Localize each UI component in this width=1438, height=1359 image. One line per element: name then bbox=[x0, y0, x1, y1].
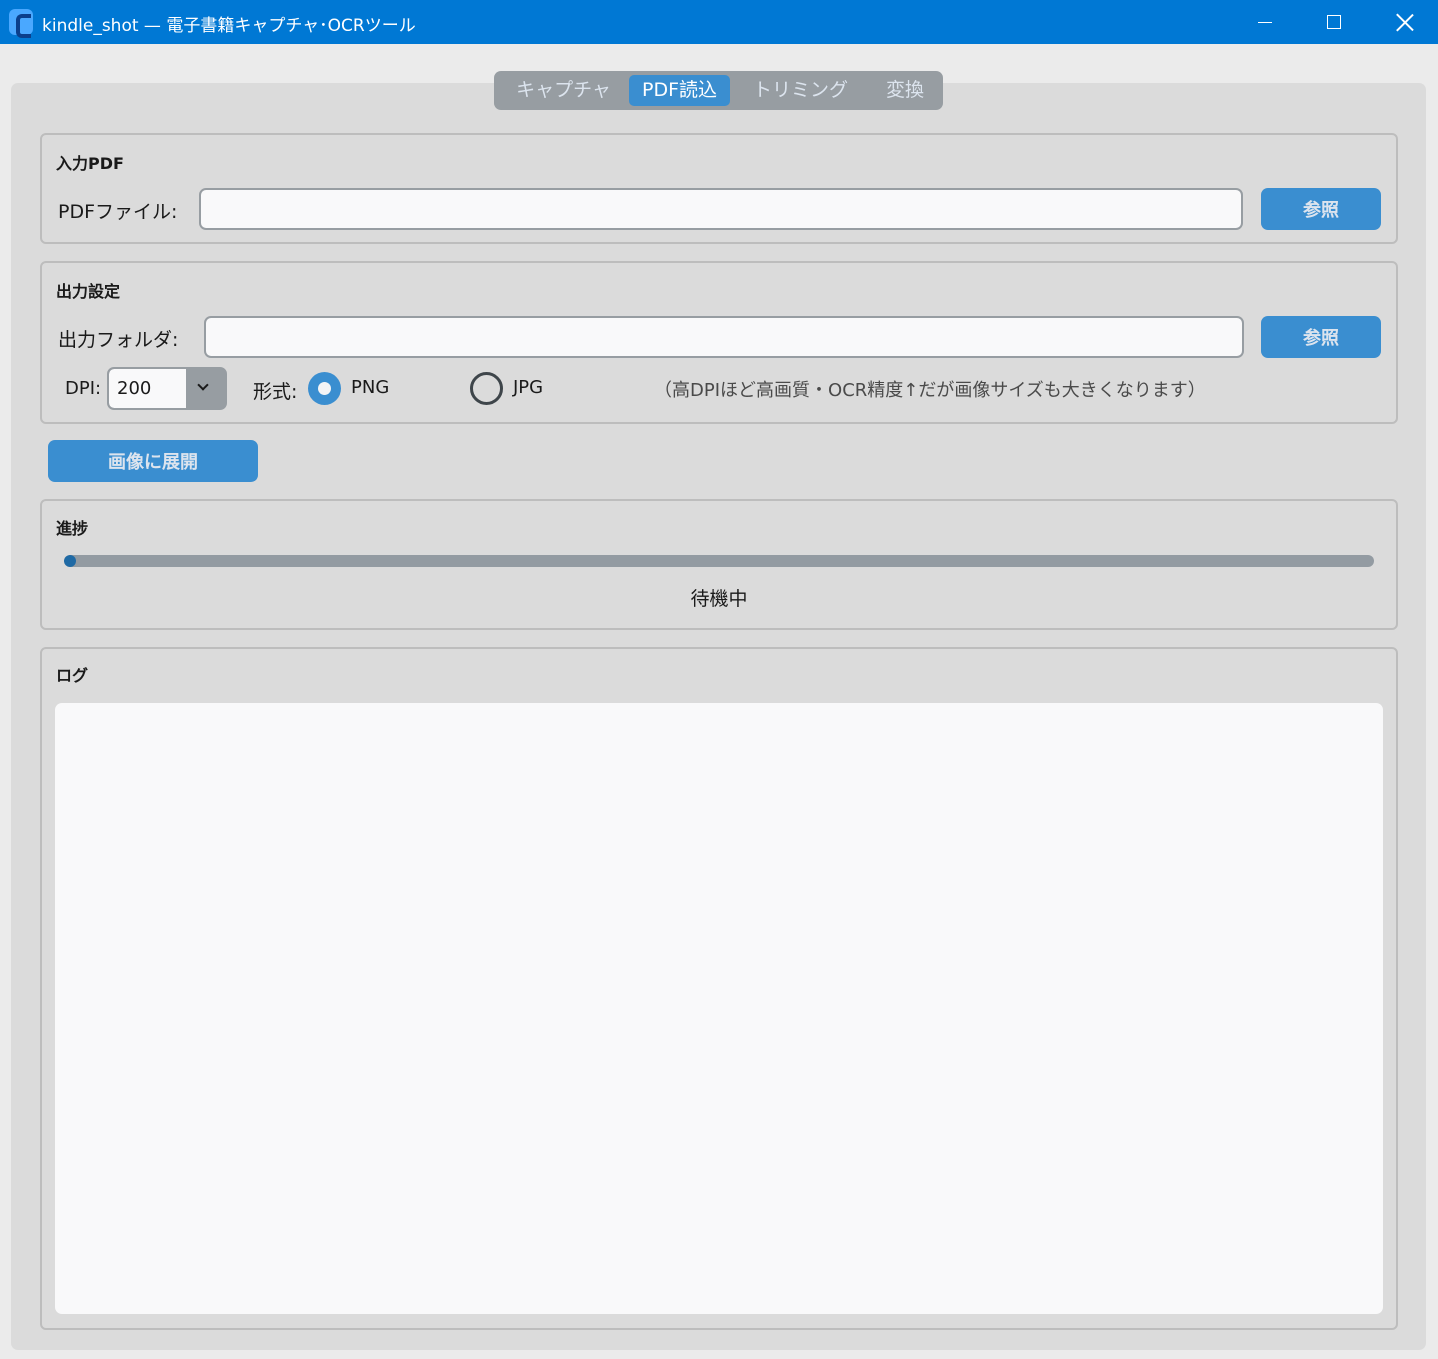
jpg-radio-label[interactable]: JPG bbox=[513, 377, 543, 398]
maximize-icon bbox=[1327, 15, 1341, 29]
tab-bar: キャプチャ PDF読込 トリミング 変換 bbox=[494, 71, 943, 110]
minimize-icon bbox=[1258, 21, 1272, 23]
tab-pdf-import[interactable]: PDF読込 bbox=[629, 75, 730, 106]
chevron-down-icon[interactable] bbox=[197, 379, 209, 391]
status-text: 待機中 bbox=[690, 588, 748, 610]
dpi-label: DPI: bbox=[65, 378, 102, 399]
minimize-button[interactable] bbox=[1230, 0, 1300, 44]
section-title: 出力設定 bbox=[56, 282, 121, 301]
png-radio[interactable] bbox=[308, 372, 341, 405]
close-button[interactable] bbox=[1369, 0, 1438, 44]
window-title: kindle_shot — 電子書籍キャプチャ･OCRツール bbox=[42, 16, 416, 36]
dpi-value[interactable]: 200 bbox=[109, 369, 186, 408]
tab-trimming[interactable]: トリミング bbox=[730, 75, 871, 106]
extract-images-button[interactable]: 画像に展開 bbox=[48, 440, 258, 482]
app-icon bbox=[9, 9, 33, 38]
log-textbox[interactable] bbox=[55, 703, 1383, 1314]
section-title: 進捗 bbox=[56, 519, 89, 538]
dpi-combobox[interactable]: 200 bbox=[107, 367, 227, 410]
output-folder-input[interactable] bbox=[204, 316, 1244, 358]
output-browse-button[interactable]: 参照 bbox=[1261, 316, 1381, 358]
progress-fill bbox=[64, 555, 76, 567]
tab-capture[interactable]: キャプチャ bbox=[498, 75, 629, 106]
title-bar: kindle_shot — 電子書籍キャプチャ･OCRツール bbox=[0, 0, 1438, 44]
progress-bar bbox=[64, 555, 1374, 567]
tab-convert[interactable]: 変換 bbox=[871, 75, 939, 106]
dpi-hint-text: （高DPIほど高画質・OCR精度↑だが画像サイズも大きくなります） bbox=[654, 380, 1206, 401]
jpg-radio[interactable] bbox=[470, 372, 503, 405]
format-label: 形式: bbox=[253, 381, 298, 403]
close-icon bbox=[1396, 14, 1413, 31]
pdf-browse-button[interactable]: 参照 bbox=[1261, 188, 1381, 230]
pdf-file-label: PDFファイル: bbox=[58, 201, 178, 223]
pdf-file-input[interactable] bbox=[199, 188, 1243, 230]
section-title: ログ bbox=[56, 666, 89, 685]
maximize-button[interactable] bbox=[1299, 0, 1369, 44]
png-radio-label[interactable]: PNG bbox=[351, 377, 389, 398]
output-folder-label: 出力フォルダ: bbox=[58, 329, 179, 351]
section-title: 入力PDF bbox=[56, 154, 124, 173]
